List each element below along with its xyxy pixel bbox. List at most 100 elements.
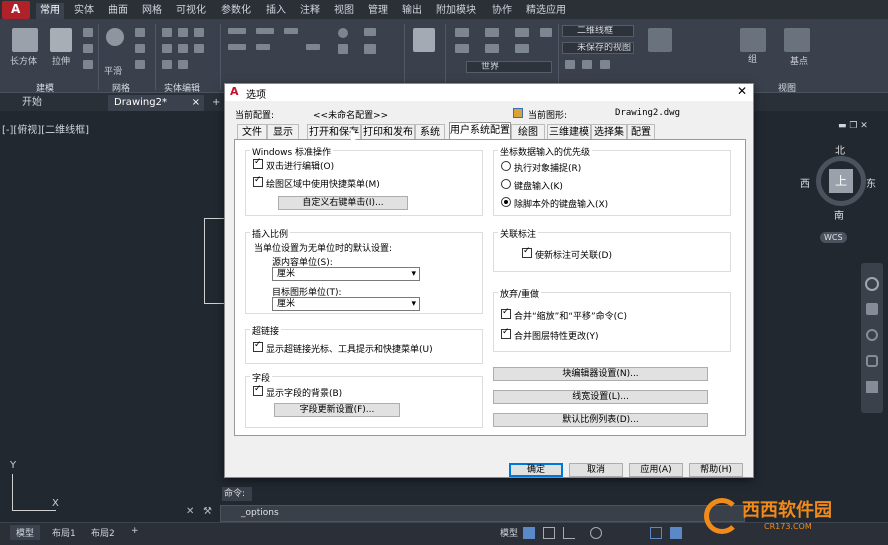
ribbon-tab-11[interactable]: 附加模块 xyxy=(432,3,480,19)
showmotion-icon[interactable] xyxy=(866,381,878,393)
ribbon-tab-10[interactable]: 输出 xyxy=(398,3,426,19)
panel-label-solid-edit[interactable]: 实体编辑 xyxy=(164,81,200,94)
shortcut-menu-checkbox[interactable] xyxy=(253,175,263,187)
compass-west[interactable]: 西 xyxy=(800,175,810,190)
model-layout-tab[interactable]: 模型 xyxy=(10,525,41,540)
combine-layer-changes-checkbox[interactable] xyxy=(501,327,511,339)
tab-selection[interactable]: 选择集 xyxy=(591,124,627,139)
draw-tool-9[interactable] xyxy=(338,44,348,54)
draw-tool-2[interactable] xyxy=(256,28,274,34)
base-point-icon[interactable] xyxy=(784,28,810,52)
view-tool-3[interactable] xyxy=(600,60,610,69)
tab-plot-publish[interactable]: 打印和发布 xyxy=(361,124,415,139)
ribbon-tab-12[interactable]: 协作 xyxy=(488,3,516,19)
model-space-button[interactable]: 模型 xyxy=(500,526,518,539)
mesh-tool-3[interactable] xyxy=(135,60,145,69)
ribbon-tab-2[interactable]: 曲面 xyxy=(104,3,132,19)
model-small-tool-3[interactable] xyxy=(83,60,93,69)
tab-drafting[interactable]: 绘图 xyxy=(511,124,545,139)
coords-tool-3[interactable] xyxy=(515,28,529,37)
mesh-tool-1[interactable] xyxy=(135,28,145,37)
apply-button[interactable]: 应用(A) xyxy=(629,463,683,477)
view-tool-1[interactable] xyxy=(565,60,575,69)
polar-icon[interactable] xyxy=(590,527,602,539)
command-input[interactable]: _options xyxy=(241,508,279,518)
source-units-select[interactable]: 厘米 xyxy=(272,267,420,281)
cmd-wrench-icon[interactable]: ⚒ xyxy=(203,506,212,517)
field-background-checkbox[interactable] xyxy=(253,384,263,396)
ribbon-tab-6[interactable]: 插入 xyxy=(262,3,290,19)
lineweight-settings-button[interactable]: 线宽设置(L)... xyxy=(493,390,708,404)
help-button[interactable]: 帮助(H) xyxy=(689,463,743,477)
select-tool-icon[interactable] xyxy=(648,28,672,52)
solid-edit-tool-5[interactable] xyxy=(178,44,188,53)
tab-system[interactable]: 系统 xyxy=(415,124,445,139)
view-tool-2[interactable] xyxy=(582,60,592,69)
solid-edit-tool-3[interactable] xyxy=(194,28,204,37)
ribbon-tab-0[interactable]: 常用 xyxy=(36,3,64,19)
zoom-icon[interactable] xyxy=(866,329,878,341)
tab-start[interactable]: 开始 xyxy=(16,95,48,111)
steering-wheel-icon[interactable] xyxy=(865,277,879,291)
dblclick-edit-checkbox[interactable] xyxy=(253,157,263,169)
hyperlink-checkbox[interactable] xyxy=(253,340,263,352)
ribbon-tab-7[interactable]: 注释 xyxy=(296,3,324,19)
ortho-icon[interactable] xyxy=(563,527,575,539)
tab-files[interactable]: 文件 xyxy=(237,124,267,139)
default-scale-list-button[interactable]: 默认比例列表(D)... xyxy=(493,413,708,427)
cmd-close-icon[interactable]: ✕ xyxy=(186,506,194,517)
ribbon-tab-9[interactable]: 管理 xyxy=(364,3,392,19)
app-menu-button[interactable]: A xyxy=(2,1,30,19)
block-editor-settings-button[interactable]: 块编辑器设置(N)... xyxy=(493,367,708,381)
solid-edit-tool-8[interactable] xyxy=(178,60,188,69)
tab-profiles[interactable]: 配置 xyxy=(627,124,655,139)
combine-zoom-pan-checkbox[interactable] xyxy=(501,307,511,319)
box-tool-icon[interactable] xyxy=(12,28,38,52)
wcs-dropdown[interactable]: WCS xyxy=(820,232,847,243)
model-small-tool-1[interactable] xyxy=(83,28,93,37)
ribbon-tab-13[interactable]: 精选应用 xyxy=(522,3,570,19)
model-small-tool-2[interactable] xyxy=(83,44,93,53)
dialog-titlebar[interactable]: A 选项 ✕ xyxy=(225,84,753,101)
viewcube-top-face[interactable]: 上 xyxy=(829,169,853,193)
target-units-select[interactable]: 厘米 xyxy=(272,297,420,311)
field-update-settings-button[interactable]: 字段更新设置(F)... xyxy=(274,403,400,417)
visual-style-dropdown[interactable]: 二维线框 xyxy=(562,25,634,37)
navigation-bar[interactable] xyxy=(861,263,883,413)
mesh-tool-2[interactable] xyxy=(135,44,145,53)
panel-label-view[interactable]: 视图 xyxy=(778,81,796,94)
coords-tool-2[interactable] xyxy=(485,28,499,37)
ribbon-tab-8[interactable]: 视图 xyxy=(330,3,358,19)
compass-south[interactable]: 南 xyxy=(834,207,844,222)
tab-close-icon[interactable]: × xyxy=(192,95,200,111)
coords-tool-1[interactable] xyxy=(455,28,469,37)
extrude-tool-icon[interactable] xyxy=(50,28,72,52)
draw-tool-6[interactable] xyxy=(306,44,320,50)
draw-tool-3[interactable] xyxy=(284,28,298,34)
draw-tool-8[interactable] xyxy=(364,28,376,36)
associative-dimension-checkbox[interactable] xyxy=(522,246,532,258)
panel-label-mesh[interactable]: 网格 xyxy=(112,81,130,94)
solid-edit-tool-6[interactable] xyxy=(194,44,204,53)
orbit-icon[interactable] xyxy=(866,355,878,367)
coords-tool-5[interactable] xyxy=(455,44,469,53)
custom-right-click-button[interactable]: 自定义右键单击(I)... xyxy=(278,196,408,210)
osnap-icon[interactable] xyxy=(650,527,662,539)
draw-tool-7[interactable] xyxy=(338,28,348,38)
dialog-close-icon[interactable]: ✕ xyxy=(737,84,747,98)
ok-button[interactable]: 确定 xyxy=(509,463,563,477)
tab-drawing[interactable]: Drawing2* × xyxy=(108,95,204,111)
panel-label-model[interactable]: 建模 xyxy=(36,81,54,94)
radio-keyboard-except-scripts[interactable] xyxy=(501,197,511,207)
ribbon-tab-4[interactable]: 可视化 xyxy=(172,3,210,19)
coords-tool-6[interactable] xyxy=(485,44,499,53)
solid-edit-tool-1[interactable] xyxy=(162,28,172,37)
layout1-tab[interactable]: 布局1 xyxy=(52,526,76,539)
ribbon-tab-1[interactable]: 实体 xyxy=(70,3,98,19)
radio-keyboard-entry[interactable] xyxy=(501,179,511,189)
snap-icon[interactable] xyxy=(543,527,555,539)
section-plane-icon[interactable] xyxy=(413,28,435,52)
ribbon-tab-5[interactable]: 参数化 xyxy=(217,3,255,19)
tab-display[interactable]: 显示 xyxy=(267,124,299,139)
tab-user-preferences[interactable]: 用户系统配置 xyxy=(449,122,511,140)
